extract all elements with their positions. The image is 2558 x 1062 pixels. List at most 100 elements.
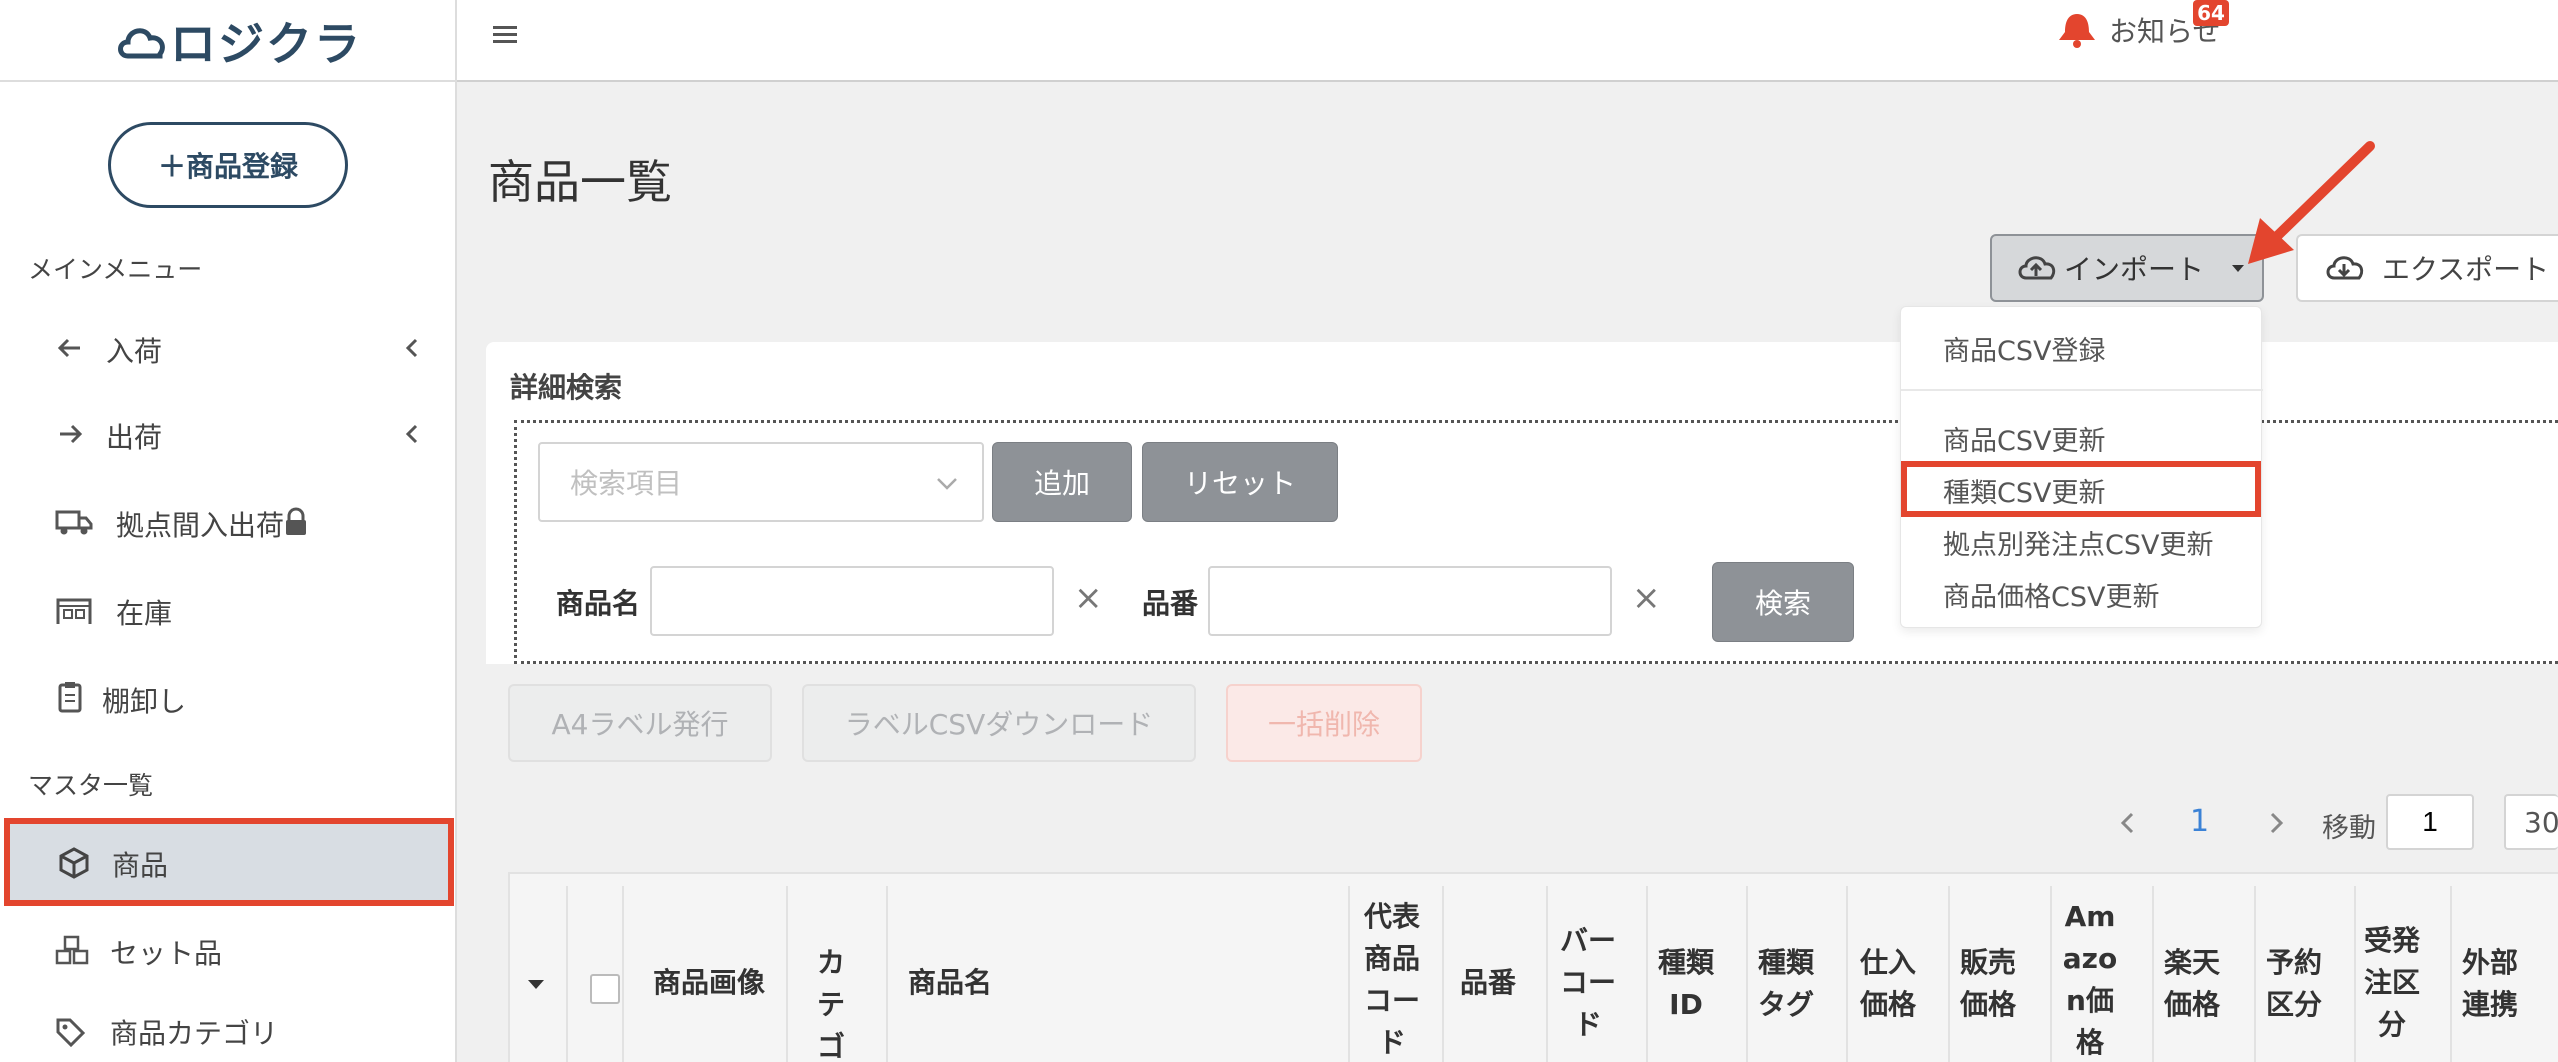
- col-header-variant-tag: 種類タグ: [1758, 946, 1815, 1021]
- hamburger-menu-icon[interactable]: [485, 14, 525, 54]
- column-divider: [1546, 886, 1548, 1062]
- import-label: インポート: [2064, 253, 2205, 286]
- sidebar-item-products[interactable]: 商品: [4, 818, 454, 906]
- select-all-checkbox[interactable]: [590, 974, 620, 1004]
- col-header-rep-code: 代表商品コード: [1364, 900, 1421, 1059]
- column-divider: [1442, 886, 1444, 1062]
- chevron-down-icon: [934, 472, 960, 494]
- column-divider: [1846, 886, 1848, 1062]
- column-divider: [2354, 886, 2356, 1062]
- notification-count-badge: 64: [2193, 0, 2229, 26]
- col-header-variant-id: 種類ID: [1658, 946, 1715, 1021]
- current-page[interactable]: 1: [2190, 804, 2209, 839]
- chevron-left-icon: [400, 420, 424, 448]
- col-header-sale-price: 販売価格: [1960, 946, 2017, 1021]
- col-header-category: カテゴリ: [816, 946, 845, 1062]
- sidebar-item-product-category[interactable]: 商品カテゴリ: [0, 996, 457, 1062]
- cloud-icon: [114, 16, 170, 66]
- clear-product-name-icon[interactable]: ×: [1074, 578, 1103, 618]
- col-header-reservation-type: 予約区分: [2266, 946, 2323, 1021]
- part-number-input[interactable]: [1208, 566, 1612, 636]
- reset-button[interactable]: リセット: [1142, 442, 1338, 522]
- a4-label-button[interactable]: A4ラベル発行: [508, 684, 772, 762]
- search-item-placeholder: 検索項目: [570, 467, 683, 500]
- import-button[interactable]: インポート: [1990, 234, 2264, 302]
- sidebar-item-receiving[interactable]: 入荷: [0, 306, 457, 390]
- sidebar-item-label: 出荷: [106, 421, 163, 454]
- sidebar-item-shipping[interactable]: 出荷: [0, 392, 457, 476]
- cubes-icon: [54, 934, 90, 966]
- master-heading: マスタ一覧: [28, 771, 154, 800]
- lock-icon: [282, 506, 310, 538]
- col-header-amazon-price: Amazon価格: [2062, 900, 2118, 1059]
- sidebar-item-label: 拠点間入出荷: [116, 509, 285, 542]
- col-header-order-type: 受発注区分: [2364, 924, 2421, 1041]
- table-header-row: 商品画像 カテゴリ 商品名 代表商品コード 品番 バーコード 種類ID 種類タグ…: [508, 872, 2558, 1062]
- col-header-rakuten-price: 楽天価格: [2164, 946, 2221, 1021]
- col-header-cost-price: 仕入価格: [1860, 946, 1917, 1021]
- sidebar-item-label: セット品: [110, 937, 223, 970]
- menu-divider: [1901, 389, 2263, 391]
- sidebar-item-inventory[interactable]: 在庫: [0, 568, 457, 652]
- logo-text: ロジクラ: [170, 17, 362, 71]
- product-name-input[interactable]: [650, 566, 1054, 636]
- sidebar-item-label: 入荷: [106, 335, 163, 368]
- column-divider: [566, 886, 568, 1062]
- top-bar: お知らせ 64: [457, 0, 2558, 82]
- import-dropdown-menu: 商品CSV登録 商品CSV更新 種類CSV更新 拠点別発注点CSV更新 商品価格…: [1900, 306, 2263, 628]
- sidebar-item-inter-site-transfer[interactable]: 拠点間入出荷: [0, 480, 457, 564]
- notification-button[interactable]: お知らせ: [2053, 6, 2293, 54]
- bell-icon: [2053, 10, 2101, 50]
- add-button[interactable]: 追加: [992, 442, 1132, 522]
- sort-caret-down-icon[interactable]: [524, 974, 548, 994]
- search-heading: 詳細検索: [510, 371, 623, 404]
- page-jump-input[interactable]: [2386, 794, 2474, 850]
- clear-part-number-icon[interactable]: ×: [1632, 578, 1661, 618]
- sidebar: ロジクラ ＋商品登録 メインメニュー 入荷 出荷 拠点間入出荷 在庫 棚卸し マ…: [0, 0, 457, 1062]
- main-menu-heading: メインメニュー: [28, 255, 203, 284]
- register-product-button[interactable]: ＋商品登録: [108, 122, 348, 208]
- search-item-select[interactable]: 検索項目: [538, 442, 984, 522]
- column-divider: [1348, 886, 1350, 1062]
- label-csv-download-button[interactable]: ラベルCSVダウンロード: [802, 684, 1196, 762]
- per-page-select[interactable]: 30: [2504, 794, 2558, 850]
- column-divider: [2254, 886, 2256, 1062]
- tag-icon: [54, 1016, 86, 1048]
- column-divider: [1746, 886, 1748, 1062]
- menu-item-product-csv-register[interactable]: 商品CSV登録: [1943, 329, 2105, 368]
- export-button[interactable]: エクスポート: [2296, 234, 2558, 302]
- app-logo[interactable]: ロジクラ: [114, 8, 362, 74]
- sidebar-item-label: 在庫: [116, 597, 173, 630]
- cloud-upload-icon: [2016, 252, 2056, 284]
- menu-item-variant-csv-update[interactable]: 種類CSV更新: [1943, 471, 2105, 510]
- next-page-icon[interactable]: [2262, 806, 2290, 840]
- col-header-external-link: 外部連携: [2462, 946, 2519, 1021]
- sidebar-item-set-products[interactable]: セット品: [0, 908, 457, 992]
- cloud-download-icon: [2324, 252, 2364, 284]
- column-divider: [2050, 886, 2052, 1062]
- sidebar-item-stocktake[interactable]: 棚卸し: [0, 656, 457, 740]
- menu-item-price-csv-update[interactable]: 商品価格CSV更新: [1943, 575, 2159, 614]
- column-divider: [1646, 886, 1648, 1062]
- logo-area: ロジクラ: [0, 0, 457, 82]
- arrow-left-icon: [54, 332, 86, 364]
- sidebar-item-label: 棚卸し: [102, 685, 187, 718]
- product-name-label: 商品名: [556, 587, 641, 620]
- arrow-right-icon: [54, 418, 86, 450]
- col-header-product-name: 商品名: [908, 966, 993, 999]
- search-button[interactable]: 検索: [1712, 562, 1854, 642]
- col-header-part-number: 品番: [1459, 966, 1516, 999]
- prev-page-icon[interactable]: [2114, 806, 2142, 840]
- warehouse-icon: [54, 594, 94, 626]
- sidebar-item-label: 商品: [112, 849, 169, 882]
- column-divider: [1948, 886, 1950, 1062]
- column-divider: [886, 886, 888, 1062]
- sidebar-item-label: 商品カテゴリ: [110, 1017, 279, 1050]
- part-number-label: 品番: [1142, 587, 1199, 620]
- menu-item-product-csv-update[interactable]: 商品CSV更新: [1943, 419, 2105, 458]
- truck-icon: [54, 506, 94, 538]
- bulk-delete-button[interactable]: 一括削除: [1226, 684, 1422, 762]
- column-divider: [622, 886, 624, 1062]
- col-header-barcode: バーコード: [1560, 924, 1617, 1041]
- menu-item-site-reorder-csv-update[interactable]: 拠点別発注点CSV更新: [1943, 523, 2213, 562]
